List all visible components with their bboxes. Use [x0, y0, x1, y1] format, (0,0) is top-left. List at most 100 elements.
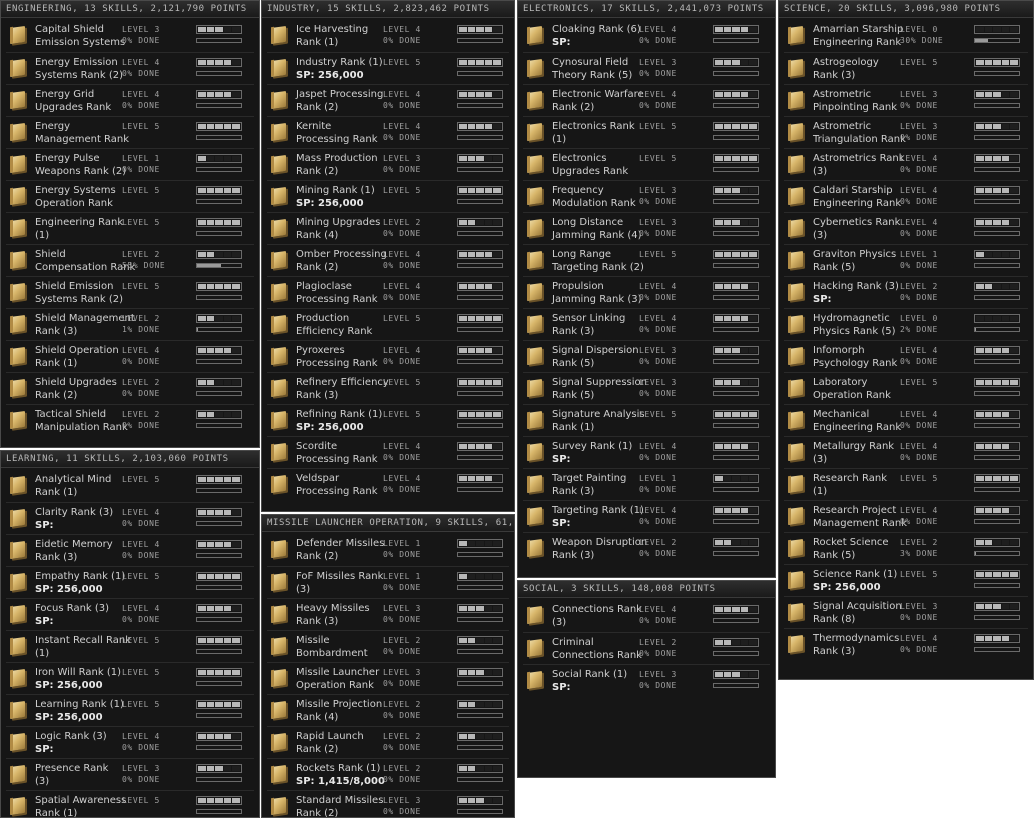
level-box [715, 476, 723, 481]
skill-row[interactable]: Learning Rank (1) SP: 256,000 LEVEL 5 [6, 694, 254, 726]
skill-row[interactable]: Mechanical Engineering Rank LEVEL 4 0% DONE [784, 404, 1028, 436]
skill-row[interactable]: Jaspet Processing Rank (2) LEVEL 4 0% DONE [267, 84, 509, 116]
skill-row[interactable]: Instant Recall Rank (1) LEVEL 5 [6, 630, 254, 662]
skill-row[interactable]: Missile Projection Rank (4) LEVEL 2 0% DONE [267, 694, 509, 726]
skill-row[interactable]: Engineering Rank (1) LEVEL 5 [6, 212, 254, 244]
skill-row[interactable]: Energy Emission Systems Rank (2) LEVEL 4 0%… [6, 52, 254, 84]
skill-row[interactable]: Refinery Efficiency Rank (3) LEVEL 5 [267, 372, 509, 404]
skill-row[interactable]: Missile Bombardment LEVEL 2 0% DONE [267, 630, 509, 662]
skill-row[interactable]: Spatial Awareness Rank (1) LEVEL 5 [6, 790, 254, 817]
skill-row[interactable]: Pyroxeres Processing Rank LEVEL 4 0% DONE [267, 340, 509, 372]
skill-row[interactable]: Defender Missiles Rank (2) LEVEL 1 0% DONE [267, 534, 509, 566]
skill-row[interactable]: Veldspar Processing Rank LEVEL 4 0% DONE [267, 468, 509, 500]
skill-row[interactable]: Astrometric Pinpointing Rank LEVEL 3 0% DON… [784, 84, 1028, 116]
skill-row[interactable]: Graviton Physics Rank (5) LEVEL 1 0% DONE [784, 244, 1028, 276]
skill-name-line2: (3) [35, 776, 50, 787]
skill-row[interactable]: Caldari Starship Engineering Rank LEVEL 4 0… [784, 180, 1028, 212]
skill-row[interactable]: Focus Rank (3) SP: LEVEL 4 0% DONE [6, 598, 254, 630]
skill-name-line1: Shield Management [35, 313, 135, 324]
level-box [984, 92, 993, 97]
skill-row[interactable]: Eidetic Memory Rank (3) LEVEL 4 0% DONE [6, 534, 254, 566]
skill-row[interactable]: Astrometrics Rank (3) LEVEL 4 0% DONE [784, 148, 1028, 180]
skill-row[interactable]: Capital Shield Emission Systems LEVEL 3 0% … [6, 20, 254, 52]
skill-row[interactable]: Frequency Modulation Rank LEVEL 3 0% DONE [523, 180, 770, 212]
skill-row[interactable]: Standard Missiles Rank (2) LEVEL 3 0% DONE [267, 790, 509, 817]
skill-row[interactable]: Production Efficiency Rank LEVEL 5 [267, 308, 509, 340]
skill-row[interactable]: Logic Rank (3) SP: LEVEL 4 0% DONE [6, 726, 254, 758]
skill-row[interactable]: Clarity Rank (3) SP: LEVEL 4 0% DONE [6, 502, 254, 534]
skill-row[interactable]: Analytical Mind Rank (1) LEVEL 5 [6, 470, 254, 502]
level-box [493, 606, 501, 611]
skill-row[interactable]: Target Painting Rank (3) LEVEL 1 0% DONE [523, 468, 770, 500]
skill-row[interactable]: Plagioclase Processing Rank LEVEL 4 0% DONE [267, 276, 509, 308]
skill-row[interactable]: Shield Emission Systems Rank (2) LEVEL 5 [6, 276, 254, 308]
skill-row[interactable]: Criminal Connections Rank LEVEL 2 0% DONE [523, 632, 770, 664]
skill-row[interactable]: Long Range Targeting Rank (2) LEVEL 5 [523, 244, 770, 276]
skill-row[interactable]: Energy Grid Upgrades Rank LEVEL 4 0% DONE [6, 84, 254, 116]
skill-row[interactable]: Empathy Rank (1) SP: 256,000 LEVEL 5 [6, 566, 254, 598]
level-box [749, 476, 757, 481]
skill-row[interactable]: Electronics Rank (1) LEVEL 5 [523, 116, 770, 148]
skill-row[interactable]: Signal Dispersion Rank (5) LEVEL 3 0% DONE [523, 340, 770, 372]
level-box [467, 476, 476, 481]
skill-row[interactable]: Signature Analysis Rank (1) LEVEL 5 [523, 404, 770, 436]
skill-row[interactable]: Cynosural Field Theory Rank (5) LEVEL 3 0% … [523, 52, 770, 84]
skill-row[interactable]: Weapon Disruption Rank (3) LEVEL 2 0% DONE [523, 532, 770, 564]
skill-row[interactable]: Cloaking Rank (6) SP: LEVEL 4 0% DONE [523, 20, 770, 52]
skill-row[interactable]: Astrogeology Rank (3) LEVEL 5 [784, 52, 1028, 84]
skill-row[interactable]: Tactical Shield Manipulation Rank LEVEL 2 0… [6, 404, 254, 436]
skill-row[interactable]: Energy Management Rank LEVEL 5 [6, 116, 254, 148]
skill-row[interactable]: Hacking Rank (3) SP: LEVEL 2 0% DONE [784, 276, 1028, 308]
skill-row[interactable]: Refining Rank (1) SP: 256,000 LEVEL 5 [267, 404, 509, 436]
skill-row[interactable]: Social Rank (1) SP: LEVEL 3 0% DONE [523, 664, 770, 696]
skill-row[interactable]: Astrometric Triangulation Rank LEVEL 3 0% D… [784, 116, 1028, 148]
skill-row[interactable]: Amarrian Starship Engineering Rank LEVEL 0… [784, 20, 1028, 52]
skill-row[interactable]: Laboratory Operation Rank LEVEL 5 [784, 372, 1028, 404]
skill-level-bars [974, 218, 1020, 227]
skill-row[interactable]: Cybernetics Rank (3) LEVEL 4 0% DONE [784, 212, 1028, 244]
skill-row[interactable]: Missile Launcher Operation Rank LEVEL 3 0% … [267, 662, 509, 694]
skill-row[interactable]: Long Distance Jamming Rank (4) LEVEL 3 0% D… [523, 212, 770, 244]
skill-row[interactable]: Shield Upgrades Rank (2) LEVEL 2 0% DONE [6, 372, 254, 404]
skill-row[interactable]: Iron Will Rank (1) SP: 256,000 LEVEL 5 [6, 662, 254, 694]
skill-row[interactable]: Survey Rank (1) SP: LEVEL 4 0% DONE [523, 436, 770, 468]
skill-row[interactable]: Metallurgy Rank (3) LEVEL 4 0% DONE [784, 436, 1028, 468]
skill-row[interactable]: FoF Missiles Rank (3) LEVEL 1 0% DONE [267, 566, 509, 598]
skill-row[interactable]: Shield Compensation Rank LEVEL 2 55% DONE [6, 244, 254, 276]
skill-row[interactable]: Signal Acquisition Rank (8) LEVEL 3 0% DONE [784, 596, 1028, 628]
skill-row[interactable]: Scordite Processing Rank LEVEL 4 0% DONE [267, 436, 509, 468]
skill-row[interactable]: Shield Operation Rank (1) LEVEL 4 0% DONE [6, 340, 254, 372]
skill-row[interactable]: Rapid Launch Rank (2) LEVEL 2 0% DONE [267, 726, 509, 758]
skill-row[interactable]: Research Project Management Rank LEVEL 4 0%… [784, 500, 1028, 532]
skill-row[interactable]: Research Rank (1) LEVEL 5 [784, 468, 1028, 500]
skill-row[interactable]: Infomorph Psychology Rank LEVEL 4 0% DONE [784, 340, 1028, 372]
skill-row[interactable]: Energy Systems Operation Rank LEVEL 5 [6, 180, 254, 212]
skill-row[interactable]: Science Rank (1) SP: 256,000 LEVEL 5 [784, 564, 1028, 596]
skill-row[interactable]: Electronics Upgrades Rank LEVEL 5 [523, 148, 770, 180]
level-box [467, 380, 476, 385]
skill-row[interactable]: Energy Pulse Weapons Rank (2) LEVEL 1 0% DO… [6, 148, 254, 180]
skill-row[interactable]: Kernite Processing Rank LEVEL 4 0% DONE [267, 116, 509, 148]
skill-row[interactable]: Mining Rank (1) SP: 256,000 LEVEL 5 [267, 180, 509, 212]
skill-progress-text: 0% DONE [383, 101, 421, 110]
skillbook-icon [788, 474, 806, 494]
skill-row[interactable]: Heavy Missiles Rank (3) LEVEL 3 0% DONE [267, 598, 509, 630]
skill-row[interactable]: Electronic Warfare Rank (2) LEVEL 4 0% DONE [523, 84, 770, 116]
skill-row[interactable]: Industry Rank (1) SP: 256,000 LEVEL 5 [267, 52, 509, 84]
skill-row[interactable]: Hydromagnetic Physics Rank (5) LEVEL 0 2% D… [784, 308, 1028, 340]
skill-row[interactable]: Ice Harvesting Rank (1) LEVEL 4 0% DONE [267, 20, 509, 52]
skill-row[interactable]: Shield Management Rank (3) LEVEL 2 1% DONE [6, 308, 254, 340]
skill-name-line1: Omber Processing [296, 249, 387, 260]
skill-row[interactable]: Connections Rank (3) LEVEL 4 0% DONE [523, 600, 770, 632]
skill-row[interactable]: Presence Rank (3) LEVEL 3 0% DONE [6, 758, 254, 790]
skill-row[interactable]: Propulsion Jamming Rank (3) LEVEL 4 0% DONE [523, 276, 770, 308]
skill-row[interactable]: Mass Production Rank (2) LEVEL 3 0% DONE [267, 148, 509, 180]
skill-row[interactable]: Targeting Rank (1) SP: LEVEL 4 0% DONE [523, 500, 770, 532]
skill-row[interactable]: Rockets Rank (1) SP: 1,415/8,000 LEVEL 2 0%… [267, 758, 509, 790]
skill-row[interactable]: Sensor Linking Rank (3) LEVEL 4 0% DONE [523, 308, 770, 340]
skill-row[interactable]: Omber Processing Rank (2) LEVEL 4 0% DONE [267, 244, 509, 276]
skill-row[interactable]: Thermodynamics Rank (3) LEVEL 4 0% DONE [784, 628, 1028, 660]
skill-row[interactable]: Mining Upgrades Rank (4) LEVEL 2 0% DONE [267, 212, 509, 244]
skill-row[interactable]: Rocket Science Rank (5) LEVEL 2 3% DONE [784, 532, 1028, 564]
skill-row[interactable]: Signal Suppression Rank (5) LEVEL 3 0% DONE [523, 372, 770, 404]
